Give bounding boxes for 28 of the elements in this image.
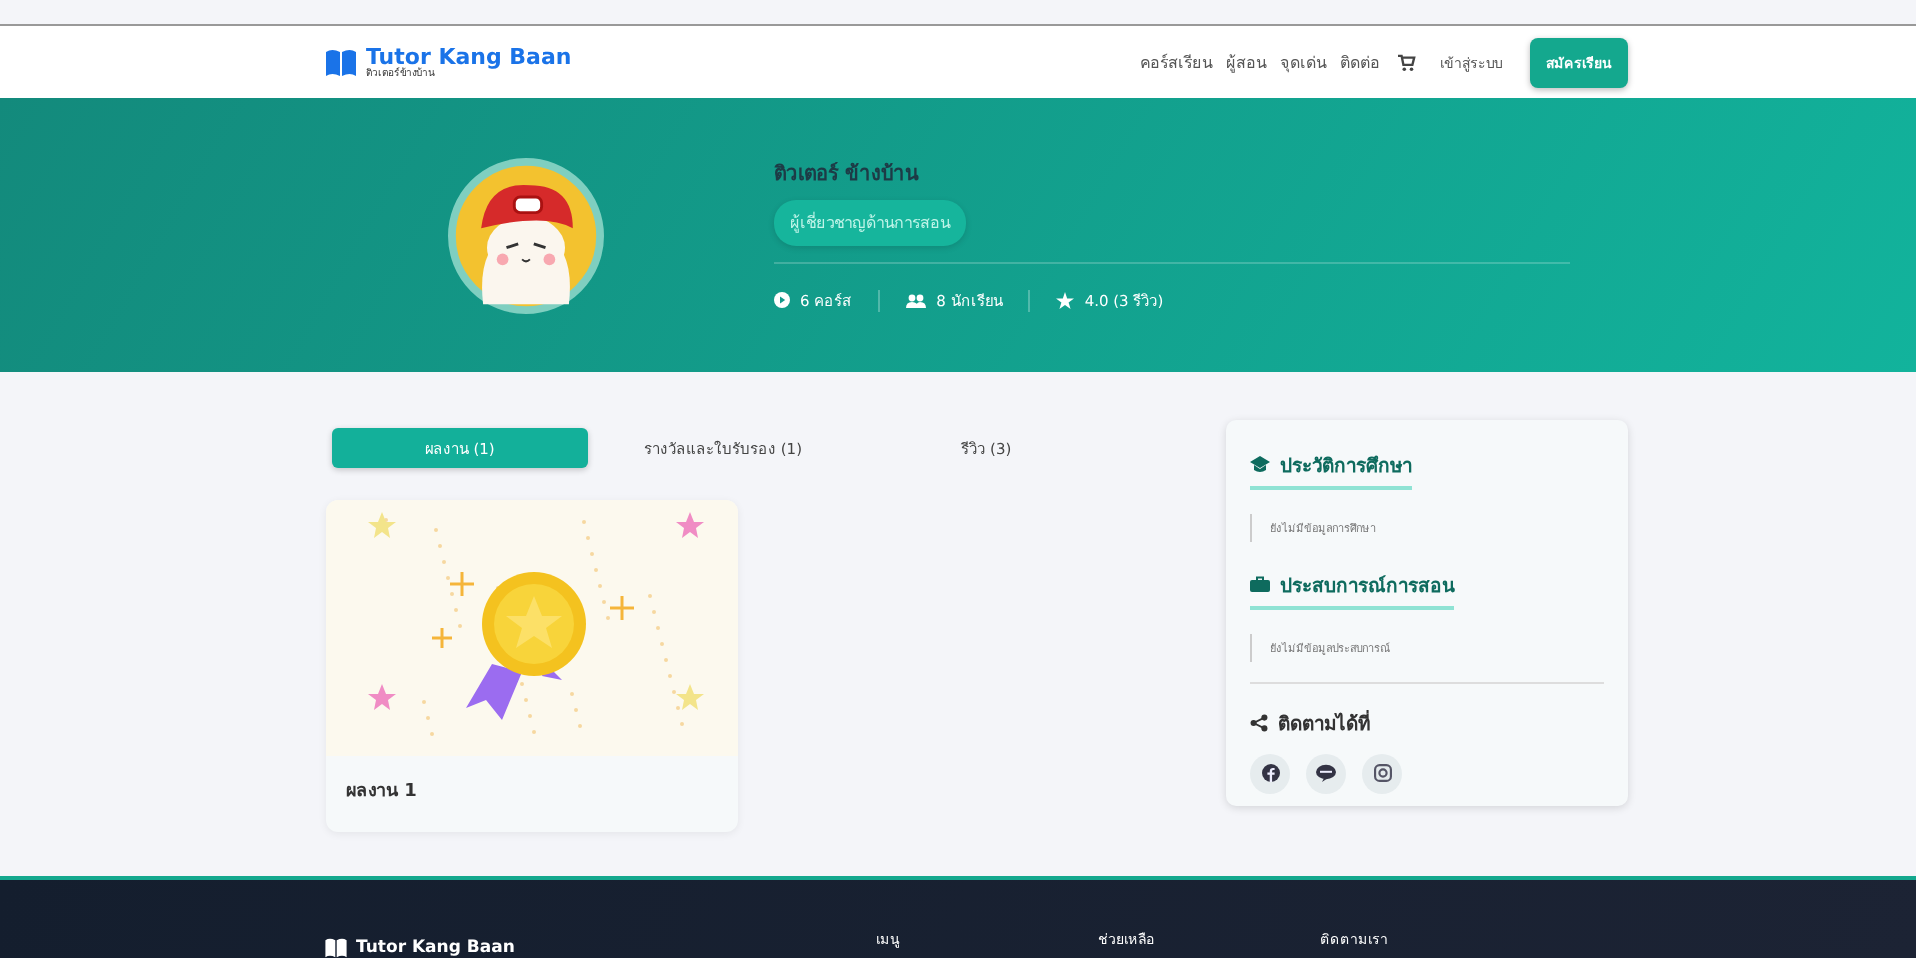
chat-bubble-icon: [1316, 764, 1336, 782]
nav-link[interactable]: คอร์สเรียน: [1140, 49, 1212, 75]
graduation-cap-icon: [1250, 456, 1270, 474]
section-heading: ประสบการณ์การสอน: [1280, 573, 1454, 599]
social-heading: ติดตามได้ที่: [1278, 708, 1370, 737]
facebook-icon: [1261, 764, 1279, 782]
social-button[interactable]: [1306, 753, 1346, 793]
tutor-name: ติวเตอร์ ข้างบ้าน: [774, 160, 921, 188]
expert-badge: ผู้เชี่ยวชาญด้านการสอน: [774, 200, 966, 246]
play-circle-icon: [774, 292, 790, 308]
star-icon: [1056, 291, 1075, 309]
nav-link[interactable]: ติดต่อ: [1340, 49, 1380, 75]
instagram-icon: [1373, 764, 1391, 782]
social-button[interactable]: [1362, 753, 1402, 793]
book-icon: [324, 47, 358, 77]
briefcase-icon: [1250, 576, 1270, 592]
section-heading: ประวัติการศึกษา: [1280, 453, 1412, 480]
nav-link[interactable]: จุดเด่น: [1280, 49, 1326, 75]
logo-title[interactable]: Tutor Kang Baan: [366, 45, 572, 67]
cart-icon[interactable]: [1398, 53, 1416, 71]
users-icon: [906, 293, 927, 307]
social-button[interactable]: [1250, 753, 1290, 793]
nav-link[interactable]: ผู้สอน: [1226, 49, 1266, 75]
share-icon: [1250, 713, 1268, 731]
book-icon: [324, 936, 348, 958]
footer-logo: Tutor Kang Baan: [356, 938, 515, 958]
work-card[interactable]: ผลงาน 1: [326, 500, 738, 832]
work-title: ผลงาน 1: [344, 780, 419, 806]
